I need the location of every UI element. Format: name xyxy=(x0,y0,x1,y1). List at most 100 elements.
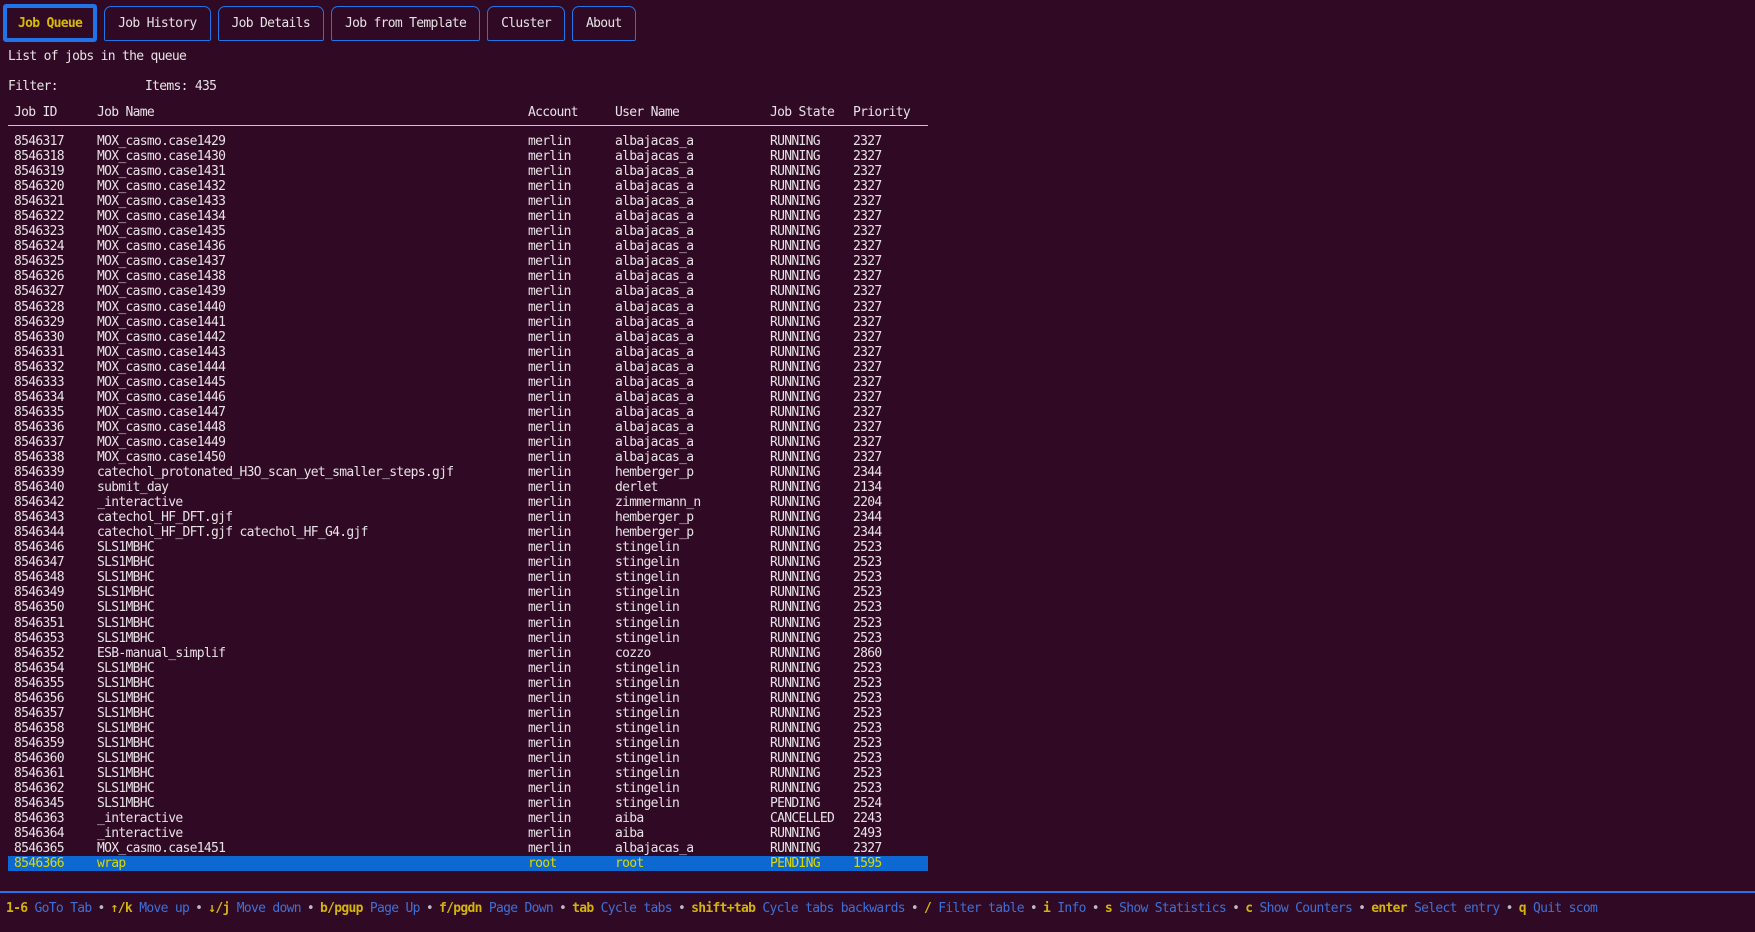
table-cell: RUNNING xyxy=(770,826,853,841)
table-row[interactable]: 8546357SLS1MBHCmerlinstingelinRUNNING252… xyxy=(8,706,928,721)
table-row[interactable]: 8546351SLS1MBHCmerlinstingelinRUNNING252… xyxy=(8,616,928,631)
table-cell: 8546335 xyxy=(14,405,97,420)
table-row[interactable]: 8546348SLS1MBHCmerlinstingelinRUNNING252… xyxy=(8,570,928,585)
table-cell: RUNNING xyxy=(770,540,853,555)
table-row[interactable]: 8546347SLS1MBHCmerlinstingelinRUNNING252… xyxy=(8,555,928,570)
table-row[interactable]: 8546322MOX_casmo.case1434merlinalbajacas… xyxy=(8,209,928,224)
filter-input[interactable] xyxy=(72,79,136,94)
table-cell: albajacas_a xyxy=(615,330,770,345)
table-cell: submit_day xyxy=(97,480,528,495)
table-row[interactable]: 8546320MOX_casmo.case1432merlinalbajacas… xyxy=(8,179,928,194)
table-cell: albajacas_a xyxy=(615,841,770,856)
table-row[interactable]: 8546337MOX_casmo.case1449merlinalbajacas… xyxy=(8,435,928,450)
table-cell: 8546360 xyxy=(14,751,97,766)
table-cell: RUNNING xyxy=(770,781,853,796)
table-cell: CANCELLED xyxy=(770,811,853,826)
help-key: shift+tab xyxy=(691,901,755,916)
table-row[interactable]: 8546350SLS1MBHCmerlinstingelinRUNNING252… xyxy=(8,600,928,615)
table-row[interactable]: 8546332MOX_casmo.case1444merlinalbajacas… xyxy=(8,360,928,375)
table-row[interactable]: 8546354SLS1MBHCmerlinstingelinRUNNING252… xyxy=(8,661,928,676)
table-row[interactable]: 8546365MOX_casmo.case1451merlinalbajacas… xyxy=(8,841,928,856)
table-cell: 8546323 xyxy=(14,224,97,239)
table-row[interactable]: 8546333MOX_casmo.case1445merlinalbajacas… xyxy=(8,375,928,390)
table-row[interactable]: 8546352ESB-manual_simplifmerlincozzoRUNN… xyxy=(8,646,928,661)
table-row[interactable]: 8546361SLS1MBHCmerlinstingelinRUNNING252… xyxy=(8,766,928,781)
table-cell: merlin xyxy=(528,239,615,254)
column-header-job-state: Job State xyxy=(770,105,853,120)
table-row-selected[interactable]: 8546366wraprootrootPENDING1595 xyxy=(8,856,928,871)
table-row[interactable]: 8546346SLS1MBHCmerlinstingelinRUNNING252… xyxy=(8,540,928,555)
table-row[interactable]: 8546321MOX_casmo.case1433merlinalbajacas… xyxy=(8,194,928,209)
table-row[interactable]: 8546344catechol_HF_DFT.gjf catechol_HF_G… xyxy=(8,525,928,540)
table-cell: stingelin xyxy=(615,691,770,706)
table-row[interactable]: 8546334MOX_casmo.case1446merlinalbajacas… xyxy=(8,390,928,405)
table-row[interactable]: 8546349SLS1MBHCmerlinstingelinRUNNING252… xyxy=(8,585,928,600)
table-row[interactable]: 8546318MOX_casmo.case1430merlinalbajacas… xyxy=(8,149,928,164)
table-row[interactable]: 8546360SLS1MBHCmerlinstingelinRUNNING252… xyxy=(8,751,928,766)
table-cell: RUNNING xyxy=(770,345,853,360)
table-cell: merlin xyxy=(528,465,615,480)
table-cell: RUNNING xyxy=(770,254,853,269)
table-row[interactable]: 8546343catechol_HF_DFT.gjfmerlinhemberge… xyxy=(8,510,928,525)
tab-job-history[interactable]: Job History xyxy=(104,6,210,41)
table-row[interactable]: 8546355SLS1MBHCmerlinstingelinRUNNING252… xyxy=(8,676,928,691)
tab-job-details[interactable]: Job Details xyxy=(218,6,324,41)
tab-job-from-template[interactable]: Job from Template xyxy=(331,6,480,41)
table-cell: RUNNING xyxy=(770,164,853,179)
table-row[interactable]: 8546330MOX_casmo.case1442merlinalbajacas… xyxy=(8,330,928,345)
table-cell: MOX_casmo.case1435 xyxy=(97,224,528,239)
table-row[interactable]: 8546359SLS1MBHCmerlinstingelinRUNNING252… xyxy=(8,736,928,751)
table-row[interactable]: 8546317MOX_casmo.case1429merlinalbajacas… xyxy=(8,134,928,149)
table-row[interactable]: 8546338MOX_casmo.case1450merlinalbajacas… xyxy=(8,450,928,465)
table-row[interactable]: 8546327MOX_casmo.case1439merlinalbajacas… xyxy=(8,284,928,299)
help-description: Cycle tabs xyxy=(594,901,672,916)
tab-about[interactable]: About xyxy=(572,6,636,41)
table-row[interactable]: 8546339catechol_protonated_H3O_scan_yet_… xyxy=(8,465,928,480)
table-cell: hemberger_p xyxy=(615,510,770,525)
table-cell: RUNNING xyxy=(770,691,853,706)
table-cell: PENDING xyxy=(770,856,853,871)
table-row[interactable]: 8546345SLS1MBHCmerlinstingelinPENDING252… xyxy=(8,796,928,811)
table-cell: RUNNING xyxy=(770,616,853,631)
table-cell: 8546346 xyxy=(14,540,97,555)
table-row[interactable]: 8546326MOX_casmo.case1438merlinalbajacas… xyxy=(8,269,928,284)
table-row[interactable]: 8546363_interactivemerlinaibaCANCELLED22… xyxy=(8,811,928,826)
table-row[interactable]: 8546362SLS1MBHCmerlinstingelinRUNNING252… xyxy=(8,781,928,796)
table-row[interactable]: 8546328MOX_casmo.case1440merlinalbajacas… xyxy=(8,300,928,315)
table-cell: 2327 xyxy=(853,390,922,405)
table-row[interactable]: 8546340submit_daymerlinderletRUNNING2134 xyxy=(8,480,928,495)
table-cell: MOX_casmo.case1430 xyxy=(97,149,528,164)
table-row[interactable]: 8546358SLS1MBHCmerlinstingelinRUNNING252… xyxy=(8,721,928,736)
table-cell: 8546363 xyxy=(14,811,97,826)
table-cell: merlin xyxy=(528,360,615,375)
table-row[interactable]: 8546323MOX_casmo.case1435merlinalbajacas… xyxy=(8,224,928,239)
table-row[interactable]: 8546356SLS1MBHCmerlinstingelinRUNNING252… xyxy=(8,691,928,706)
table-cell: RUNNING xyxy=(770,149,853,164)
table-cell: MOX_casmo.case1441 xyxy=(97,315,528,330)
table-row[interactable]: 8546335MOX_casmo.case1447merlinalbajacas… xyxy=(8,405,928,420)
table-cell: RUNNING xyxy=(770,676,853,691)
table-row[interactable]: 8546342_interactivemerlinzimmermann_nRUN… xyxy=(8,495,928,510)
table-row[interactable]: 8546329MOX_casmo.case1441merlinalbajacas… xyxy=(8,315,928,330)
table-row[interactable]: 8546319MOX_casmo.case1431merlinalbajacas… xyxy=(8,164,928,179)
help-bar: 1-6 GoTo Tab•↑/k Move up•↓/j Move down•b… xyxy=(6,901,1750,916)
table-row[interactable]: 8546364_interactivemerlinaibaRUNNING2493 xyxy=(8,826,928,841)
table-row[interactable]: 8546325MOX_casmo.case1437merlinalbajacas… xyxy=(8,254,928,269)
table-cell: RUNNING xyxy=(770,646,853,661)
table-row[interactable]: 8546336MOX_casmo.case1448merlinalbajacas… xyxy=(8,420,928,435)
table-cell: _interactive xyxy=(97,811,528,826)
table-cell: merlin xyxy=(528,375,615,390)
table-row[interactable]: 8546353SLS1MBHCmerlinstingelinRUNNING252… xyxy=(8,631,928,646)
table-cell: RUNNING xyxy=(770,555,853,570)
tab-cluster[interactable]: Cluster xyxy=(487,6,565,41)
table-cell: 2327 xyxy=(853,149,922,164)
table-cell: albajacas_a xyxy=(615,435,770,450)
table-row[interactable]: 8546324MOX_casmo.case1436merlinalbajacas… xyxy=(8,239,928,254)
tab-job-queue[interactable]: Job Queue xyxy=(3,4,97,42)
table-row[interactable]: 8546331MOX_casmo.case1443merlinalbajacas… xyxy=(8,345,928,360)
table-cell: stingelin xyxy=(615,661,770,676)
table-cell: merlin xyxy=(528,781,615,796)
table-cell: 8546353 xyxy=(14,631,97,646)
table-cell: 2344 xyxy=(853,465,922,480)
table-cell: 8546322 xyxy=(14,209,97,224)
